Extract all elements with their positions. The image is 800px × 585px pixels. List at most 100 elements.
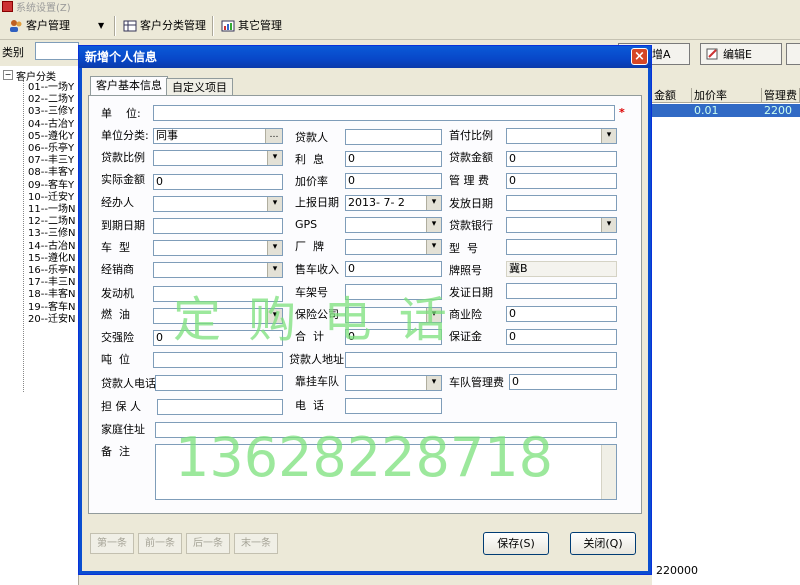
- commercial-ins-input[interactable]: 0: [506, 306, 617, 322]
- unit-category-field[interactable]: 同事: [153, 128, 283, 144]
- tree-item[interactable]: 19--客车N: [28, 302, 75, 314]
- tree-item[interactable]: 03--三修Y: [28, 106, 74, 118]
- tree-item[interactable]: 18--丰客N: [28, 289, 75, 301]
- more-button[interactable]: [786, 43, 800, 65]
- due-date-input[interactable]: [153, 218, 283, 234]
- guarantor-label: 担 保 人: [101, 400, 141, 413]
- handler-select[interactable]: [153, 196, 283, 212]
- interest-input[interactable]: 0: [345, 151, 442, 167]
- car-type-select[interactable]: [153, 240, 283, 256]
- loan-person-input[interactable]: [345, 129, 442, 145]
- tree-item[interactable]: 04--古冶Y: [28, 119, 74, 131]
- dialog-title-bar[interactable]: 新增个人信息 ×: [79, 46, 651, 68]
- total-input[interactable]: 0: [345, 329, 442, 345]
- engine-label: 发动机: [101, 287, 134, 300]
- actual-amount-label: 实际金额: [101, 173, 145, 186]
- nav-button[interactable]: 末一条: [234, 533, 278, 554]
- tab-basic-info[interactable]: 客户基本信息: [90, 76, 168, 95]
- required-marker: *: [619, 106, 625, 119]
- unit-input[interactable]: [153, 105, 615, 121]
- unit-label: 单 位:: [101, 107, 141, 120]
- customer-category-mgmt-button[interactable]: 客户分类管理: [120, 16, 206, 36]
- table-row[interactable]: 0.01 2200: [652, 104, 800, 117]
- total-label: 合 计: [295, 330, 324, 343]
- tree-item[interactable]: 11--一场N: [28, 204, 75, 216]
- tree-item[interactable]: 16--乐亭N: [28, 265, 75, 277]
- fleet-mgmt-fee-input[interactable]: 0: [509, 374, 617, 390]
- car-sale-income-input[interactable]: 0: [345, 261, 442, 277]
- edit-button[interactable]: 编辑E: [700, 43, 782, 65]
- loan-ratio-select[interactable]: [153, 150, 283, 166]
- insurance-co-select[interactable]: [345, 307, 442, 323]
- other-mgmt-button[interactable]: 其它管理: [218, 16, 282, 36]
- fuel-select[interactable]: [153, 308, 283, 324]
- markup-rate-label: 加价率: [295, 175, 328, 188]
- category-filter-input[interactable]: [35, 42, 79, 60]
- actual-amount-input[interactable]: 0: [153, 174, 283, 190]
- tree-item[interactable]: 09--客车Y: [28, 180, 74, 192]
- tree-root[interactable]: 客户分类: [16, 68, 56, 83]
- customer-category-mgmt-label: 客户分类管理: [140, 19, 206, 32]
- insurance-co-label: 保险公司: [295, 308, 339, 321]
- deposit-input[interactable]: 0: [506, 329, 617, 345]
- car-sale-income-label: 售车收入: [295, 263, 339, 276]
- compulsory-ins-input[interactable]: 0: [153, 330, 283, 346]
- guarantor-input[interactable]: [157, 399, 283, 415]
- close-button[interactable]: 关闭(Q): [570, 532, 636, 555]
- markup-rate-input[interactable]: 0: [345, 173, 442, 189]
- tree-item[interactable]: 02--二场Y: [28, 94, 74, 106]
- remark-scrollbar[interactable]: [601, 445, 616, 499]
- grid-header-fee[interactable]: 管理费: [762, 88, 800, 103]
- tree-item[interactable]: 20--迁安N: [28, 314, 75, 326]
- brand-select[interactable]: [345, 239, 442, 255]
- report-date-picker[interactable]: 2013- 7- 2: [345, 195, 442, 211]
- toolbar-divider: [212, 16, 214, 36]
- customer-mgmt-button[interactable]: 客户管理 ▼: [6, 16, 122, 36]
- issue-date-input[interactable]: [506, 195, 617, 211]
- system-settings-menu[interactable]: 系统设置(Z): [16, 0, 71, 14]
- fleet-select[interactable]: [345, 375, 442, 391]
- tree-item[interactable]: 17--丰三N: [28, 277, 75, 289]
- tree-item[interactable]: 10--迁安Y: [28, 192, 74, 204]
- grid-header-markup[interactable]: 加价率: [692, 88, 762, 103]
- tree-item[interactable]: 12--二场N: [28, 216, 75, 228]
- down-payment-ratio-select[interactable]: [506, 128, 617, 144]
- phone-input[interactable]: [345, 398, 442, 414]
- loan-bank-select[interactable]: [506, 217, 617, 233]
- remark-textarea[interactable]: [155, 444, 617, 500]
- nav-button[interactable]: 前一条: [138, 533, 182, 554]
- model-label: 型 号: [449, 242, 478, 255]
- tree-item[interactable]: 15--遵化N: [28, 253, 75, 265]
- loan-amount-input[interactable]: 0: [506, 151, 617, 167]
- cert-date-input[interactable]: [506, 283, 617, 299]
- close-icon[interactable]: ×: [631, 48, 648, 65]
- gps-select[interactable]: [345, 217, 442, 233]
- tree-item[interactable]: 08--丰客Y: [28, 167, 74, 179]
- engine-input[interactable]: [153, 286, 283, 302]
- tree-item[interactable]: 06--乐亭Y: [28, 143, 74, 155]
- mgmt-fee-input[interactable]: 0: [506, 173, 617, 189]
- customer-category-tree: − 客户分类 01--一场Y 02--二场Y 03--三修Y 04--古冶Y 05--遵…: [0, 66, 79, 585]
- collapse-icon[interactable]: −: [3, 70, 13, 80]
- chevron-down-icon[interactable]: ▼: [98, 16, 104, 36]
- tree-item[interactable]: 14--古冶N: [28, 241, 75, 253]
- tree-item[interactable]: 13--三修N: [28, 228, 75, 240]
- grid-header-amount[interactable]: 金额: [652, 88, 692, 103]
- tree-item[interactable]: 05--遵化Y: [28, 131, 74, 143]
- tonnage-input[interactable]: [153, 352, 283, 368]
- row-fee: 2200: [764, 104, 792, 117]
- loan-person-addr-input[interactable]: [345, 352, 617, 368]
- tree-item[interactable]: 07--丰三Y: [28, 155, 74, 167]
- dialog-title: 新增个人信息: [85, 50, 158, 64]
- plate-no-input[interactable]: 冀B: [506, 261, 617, 277]
- model-input[interactable]: [506, 239, 617, 255]
- home-addr-input[interactable]: [155, 422, 617, 438]
- tab-custom-items[interactable]: 自定义项目: [166, 78, 233, 95]
- loan-person-phone-input[interactable]: [155, 375, 283, 391]
- nav-button[interactable]: 后一条: [186, 533, 230, 554]
- nav-button[interactable]: 第一条: [90, 533, 134, 554]
- save-button[interactable]: 保存(S): [483, 532, 549, 555]
- tree-item[interactable]: 01--一场Y: [28, 82, 74, 94]
- dealer-select[interactable]: [153, 262, 283, 278]
- frame-no-input[interactable]: [345, 284, 442, 300]
